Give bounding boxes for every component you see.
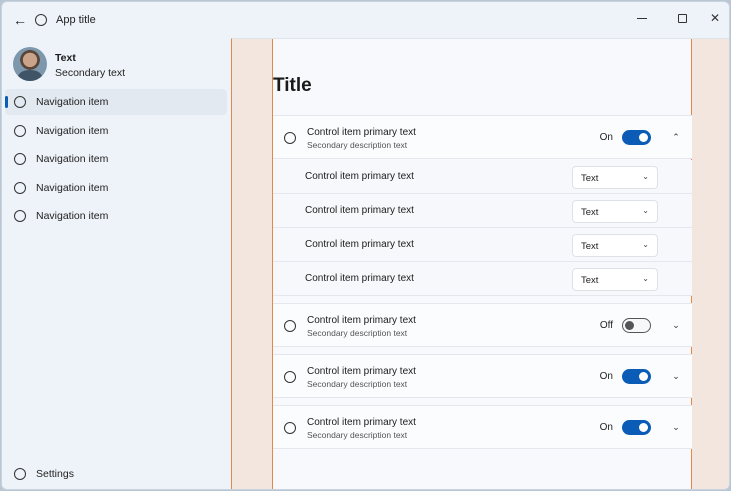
circle-icon — [14, 96, 26, 108]
circle-icon — [284, 132, 296, 144]
combo-box[interactable]: Text ⌄ — [572, 200, 658, 223]
subrow-label: Control item primary text — [305, 239, 414, 250]
nav-item-4[interactable]: Navigation item — [5, 175, 227, 201]
combo-box[interactable]: Text ⌄ — [572, 234, 658, 257]
nav-item-label: Navigation item — [36, 96, 109, 108]
subrow-label: Control item primary text — [305, 273, 414, 284]
expanded-subrow-1: Control item primary text Text ⌄ — [273, 160, 692, 194]
nav-item-label: Navigation item — [36, 153, 109, 165]
chevron-down-icon: ⌄ — [642, 206, 649, 215]
settings-card-1[interactable]: Control item primary text Secondary desc… — [273, 115, 692, 159]
page-title: Title — [273, 75, 312, 96]
expanded-subrow-2: Control item primary text Text ⌄ — [273, 194, 692, 228]
settings-card-3[interactable]: Control item primary text Secondary desc… — [273, 354, 692, 398]
card-primary-text: Control item primary text — [307, 417, 416, 428]
circle-icon — [14, 153, 26, 165]
expanded-subrow-3: Control item primary text Text ⌄ — [273, 228, 692, 262]
combo-box-value: Text — [581, 173, 599, 184]
chevron-up-icon: ⌃ — [672, 132, 680, 142]
expand-button[interactable]: ⌄ — [669, 419, 683, 435]
expanded-subrow-4: Control item primary text Text ⌄ — [273, 262, 692, 296]
app-circle-icon — [35, 14, 47, 26]
nav-item-label: Navigation item — [36, 210, 109, 222]
toggle-switch[interactable] — [622, 130, 651, 145]
subrow-label: Control item primary text — [305, 171, 414, 182]
user-secondary-text: Secondary text — [55, 67, 126, 79]
circle-icon — [14, 125, 26, 137]
nav-item-5[interactable]: Navigation item — [5, 203, 227, 229]
combo-box-value: Text — [581, 275, 599, 286]
circle-icon — [284, 320, 296, 332]
close-button[interactable]: ✕ — [704, 8, 726, 28]
maximize-button[interactable] — [671, 8, 693, 28]
card-secondary-text: Secondary description text — [307, 328, 408, 338]
card-secondary-text: Secondary description text — [307, 430, 408, 440]
combo-box-value: Text — [581, 241, 599, 252]
minimize-icon — [637, 18, 647, 20]
chevron-down-icon: ⌄ — [672, 371, 680, 381]
toggle-state-label: On — [599, 132, 613, 143]
toggle-state-label: Off — [599, 320, 613, 331]
back-button[interactable]: ← — [11, 11, 29, 29]
nav-item-label: Settings — [36, 468, 74, 480]
app-title: App title — [56, 14, 96, 26]
user-name: Text — [55, 52, 76, 64]
card-primary-text: Control item primary text — [307, 366, 416, 377]
content-panel: Title Control item primary text Secondar… — [272, 39, 692, 489]
title-bar: ← App title ✕ — [2, 2, 729, 38]
nav-item-3[interactable]: Navigation item — [5, 146, 227, 172]
toggle-switch[interactable] — [622, 420, 651, 435]
nav-item-label: Navigation item — [36, 125, 109, 137]
circle-icon — [14, 182, 26, 194]
toggle-switch[interactable] — [622, 318, 651, 333]
minimize-button[interactable] — [631, 8, 653, 28]
nav-item-settings[interactable]: Settings — [5, 461, 227, 487]
content-area: Title Control item primary text Secondar… — [231, 38, 729, 489]
circle-icon — [14, 468, 26, 480]
chevron-down-icon: ⌄ — [642, 172, 649, 181]
chevron-down-icon: ⌄ — [672, 320, 680, 330]
expand-button[interactable]: ⌄ — [669, 317, 683, 333]
card-secondary-text: Secondary description text — [307, 140, 408, 150]
combo-box[interactable]: Text ⌄ — [572, 166, 658, 189]
settings-card-4[interactable]: Control item primary text Secondary desc… — [273, 405, 692, 449]
expand-button[interactable]: ⌃ — [669, 129, 683, 145]
circle-icon — [14, 210, 26, 222]
toggle-state-label: On — [599, 371, 613, 382]
card-secondary-text: Secondary description text — [307, 379, 408, 389]
card-primary-text: Control item primary text — [307, 127, 416, 138]
avatar[interactable] — [13, 47, 47, 81]
expand-button[interactable]: ⌄ — [669, 368, 683, 384]
toggle-switch[interactable] — [622, 369, 651, 384]
navigation-pane: Text Secondary text Navigation item Navi… — [2, 38, 231, 489]
app-window: ← App title ✕ Text Secondary text Naviga… — [1, 1, 730, 490]
nav-item-1[interactable]: Navigation item — [5, 89, 227, 115]
subrow-label: Control item primary text — [305, 205, 414, 216]
toggle-state-label: On — [599, 422, 613, 433]
chevron-down-icon: ⌄ — [642, 274, 649, 283]
circle-icon — [284, 422, 296, 434]
nav-item-label: Navigation item — [36, 182, 109, 194]
maximize-icon — [677, 14, 687, 24]
settings-card-2[interactable]: Control item primary text Secondary desc… — [273, 303, 692, 347]
close-icon: ✕ — [709, 11, 721, 25]
circle-icon — [284, 371, 296, 383]
chevron-down-icon: ⌄ — [672, 422, 680, 432]
selection-indicator — [5, 96, 8, 108]
chevron-down-icon: ⌄ — [642, 240, 649, 249]
nav-item-2[interactable]: Navigation item — [5, 118, 227, 144]
arrow-left-icon: ← — [13, 12, 27, 28]
card-primary-text: Control item primary text — [307, 315, 416, 326]
combo-box[interactable]: Text ⌄ — [572, 268, 658, 291]
combo-box-value: Text — [581, 207, 599, 218]
